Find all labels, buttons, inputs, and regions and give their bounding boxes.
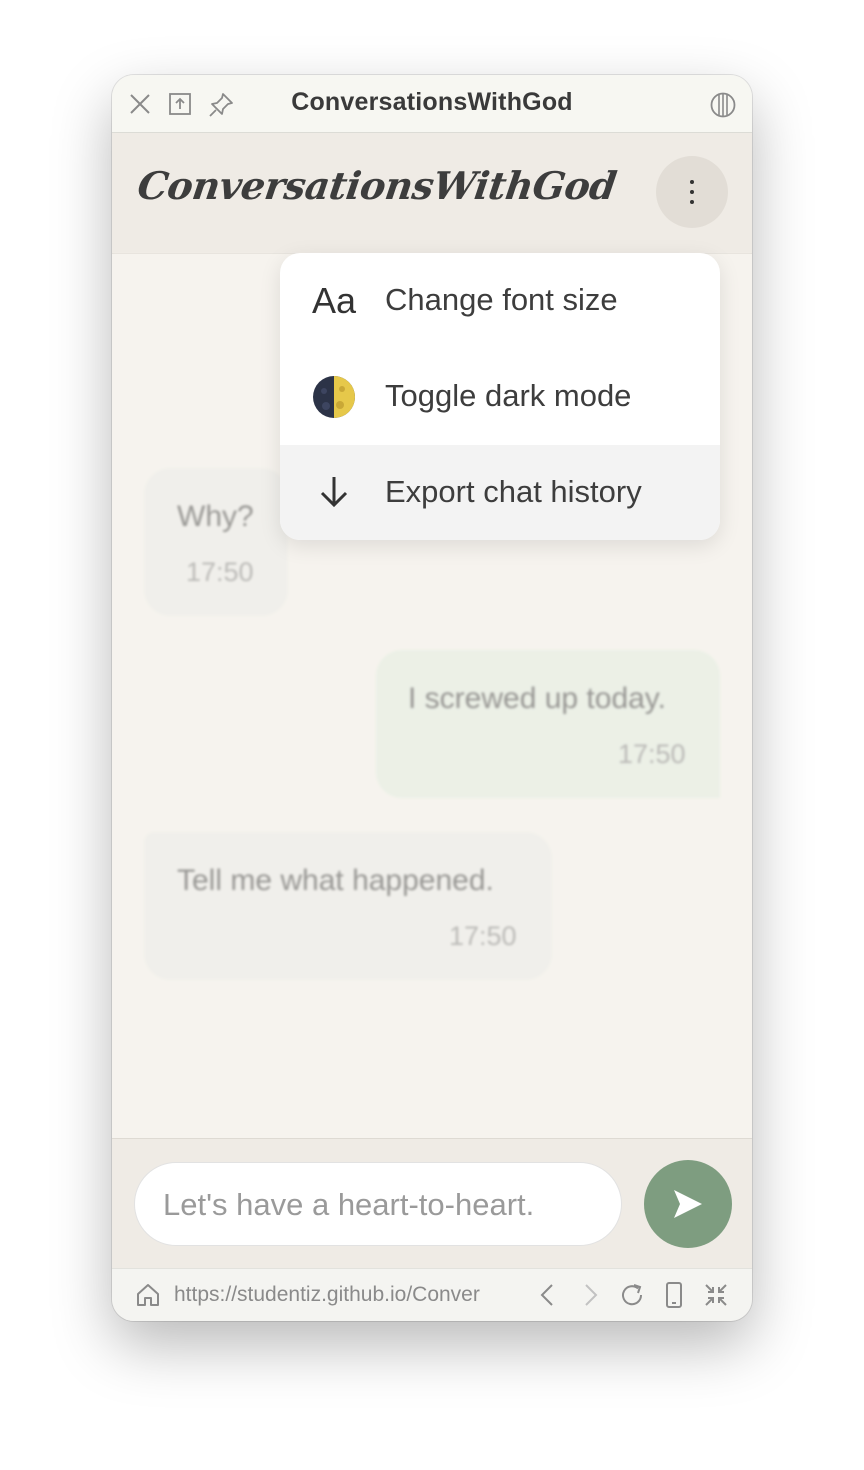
- mobile-view-icon[interactable]: [660, 1281, 688, 1309]
- back-icon[interactable]: [534, 1281, 562, 1309]
- menu-item-label: Toggle dark mode: [385, 378, 632, 413]
- options-menu: Aa Change font size Toggle dark mode Exp…: [280, 253, 720, 540]
- app-logo: ConversationsWithGod: [134, 163, 620, 208]
- download-arrow-icon: [312, 469, 360, 517]
- menu-button[interactable]: [656, 156, 728, 228]
- message-input-placeholder: Let's have a heart-to-heart.: [163, 1187, 535, 1222]
- collapse-icon[interactable]: [702, 1281, 730, 1309]
- send-button[interactable]: [644, 1160, 732, 1248]
- half-moon-icon: [312, 373, 360, 421]
- menu-item-export-chat-history[interactable]: Export chat history: [280, 445, 720, 540]
- appearance-icon[interactable]: [710, 92, 736, 118]
- menu-item-label: Change font size: [385, 282, 618, 317]
- app-header: ConversationsWithGod: [112, 133, 752, 254]
- title-bar: ConversationsWithGod: [112, 75, 752, 133]
- browser-window: ConversationsWithGod ConversationsWithGo…: [112, 75, 752, 1321]
- home-icon[interactable]: [134, 1281, 162, 1309]
- window-title: ConversationsWithGod: [291, 88, 573, 116]
- menu-item-toggle-dark-mode[interactable]: Toggle dark mode: [280, 349, 720, 445]
- browser-toolbar: https://studentiz.github.io/Conver: [112, 1268, 752, 1321]
- more-vertical-icon-dot: [690, 190, 694, 194]
- menu-item-label: Export chat history: [385, 474, 642, 509]
- forward-icon[interactable]: [576, 1281, 604, 1309]
- send-icon: [674, 1190, 702, 1218]
- reload-icon[interactable]: [618, 1281, 646, 1309]
- more-vertical-icon: [690, 180, 694, 184]
- more-vertical-icon-dot: [690, 200, 694, 204]
- font-size-icon: Aa: [312, 280, 357, 321]
- menu-item-change-font-size[interactable]: Aa Change font size: [280, 253, 720, 349]
- url-field[interactable]: https://studentiz.github.io/Conver: [174, 1283, 526, 1307]
- composer-bar: Let's have a heart-to-heart.: [112, 1138, 752, 1269]
- message-input[interactable]: Let's have a heart-to-heart.: [134, 1162, 622, 1246]
